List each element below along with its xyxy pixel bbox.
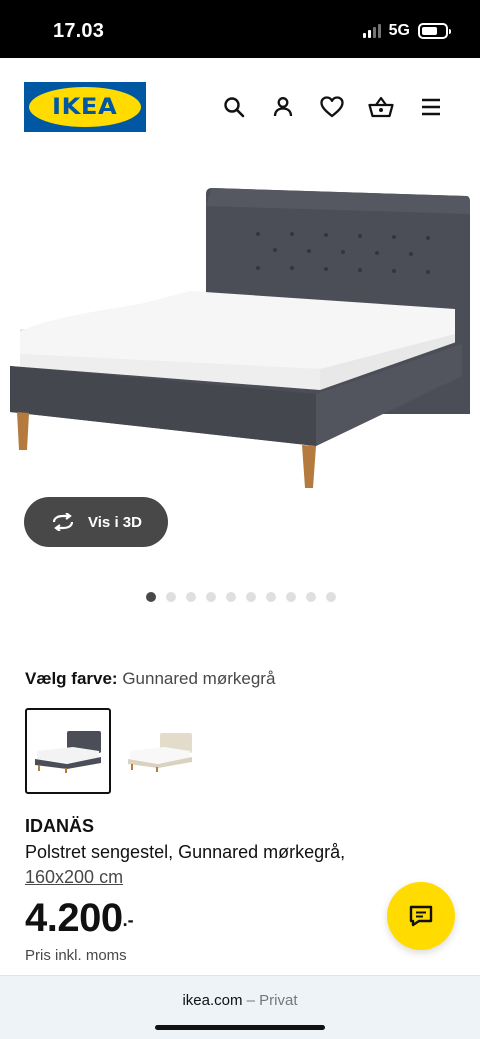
gallery-dot[interactable] [206, 592, 216, 602]
chat-icon [409, 905, 433, 927]
product-description: Polstret sengestel, Gunnared mørkegrå, 1… [25, 840, 425, 890]
color-label: Vælg farve: [25, 669, 118, 688]
network-type: 5G [388, 22, 410, 39]
status-time: 17.03 [53, 20, 105, 42]
product-name: IDANÄS [25, 816, 95, 836]
chat-button[interactable] [387, 882, 455, 950]
browser-address-bar[interactable]: ikea.com – Privat [0, 975, 480, 1039]
site-header: IKEA [0, 58, 480, 154]
search-icon[interactable] [219, 92, 249, 122]
browser-domain: ikea.com [182, 992, 243, 1009]
gallery-dot[interactable] [286, 592, 296, 602]
gallery-pagination [146, 592, 336, 602]
price-integer: 4.200 [25, 896, 123, 940]
product-price: 4.200 .- [25, 892, 134, 948]
view-in-3d-label: Vis i 3D [88, 513, 142, 531]
product-size-link[interactable]: 160x200 cm [25, 867, 123, 887]
color-selector-label: Vælg farve: Gunnared mørkegrå [25, 669, 275, 689]
menu-icon[interactable] [416, 92, 446, 122]
browser-url: ikea.com – Privat [0, 992, 480, 1009]
battery-icon [418, 23, 451, 39]
beige-bed-thumbnail [128, 733, 192, 772]
price-decimal: .- [122, 910, 134, 930]
logo-text: IKEA [52, 94, 118, 120]
gallery-dot[interactable] [246, 592, 256, 602]
color-swatch-dark-grey[interactable] [25, 708, 111, 794]
gallery-dot[interactable] [186, 592, 196, 602]
browser-mode: – Privat [246, 992, 298, 1009]
dark-grey-bed-thumbnail [35, 731, 101, 773]
heart-icon[interactable] [317, 92, 347, 122]
gallery-dot[interactable] [166, 592, 176, 602]
home-indicator[interactable] [155, 1025, 325, 1030]
gallery-dot[interactable] [226, 592, 236, 602]
color-swatch-beige[interactable] [116, 708, 202, 794]
gallery-dot[interactable] [266, 592, 276, 602]
rotate-3d-icon [52, 513, 74, 531]
gallery-dot[interactable] [326, 592, 336, 602]
view-in-3d-button[interactable]: Vis i 3D [24, 497, 168, 547]
status-bar: 17.03 5G [0, 0, 480, 58]
color-value: Gunnared mørkegrå [122, 669, 276, 688]
gallery-dot[interactable] [306, 592, 316, 602]
signal-icon [362, 24, 381, 38]
basket-icon[interactable] [366, 92, 396, 122]
ikea-logo[interactable]: IKEA [24, 82, 146, 132]
gallery-dot[interactable] [146, 592, 156, 602]
account-icon[interactable] [268, 92, 298, 122]
product-description-text: Polstret sengestel, Gunnared mørkegrå, [25, 842, 346, 862]
price-note: Pris inkl. moms [25, 947, 127, 964]
status-indicators: 5G [362, 22, 451, 40]
